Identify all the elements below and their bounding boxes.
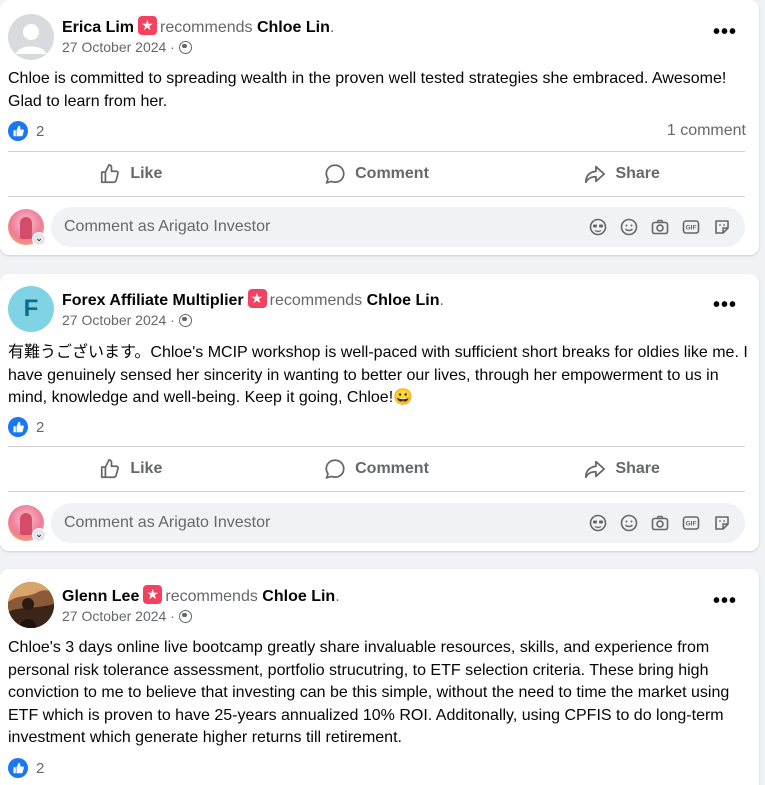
author-name[interactable]: Erica Lim xyxy=(62,19,134,36)
recommended-page-name[interactable]: Chloe Lin xyxy=(367,292,440,309)
composer-tools: GIF xyxy=(589,207,731,247)
recommend-icon xyxy=(247,289,267,308)
reaction-summary[interactable]: 2 xyxy=(8,120,44,142)
more-options-button[interactable]: ••• xyxy=(713,590,737,613)
reaction-count: 2 xyxy=(36,759,45,777)
profile-photo xyxy=(8,582,54,628)
comment-label: Comment xyxy=(355,460,429,477)
author-name[interactable]: Glenn Lee xyxy=(62,588,139,605)
post-header: Erica Lim recommends Chloe Lin. xyxy=(62,16,334,37)
svg-text:GIF: GIF xyxy=(686,521,697,528)
share-arrow-icon xyxy=(585,165,606,184)
author-name[interactable]: Forex Affiliate Multiplier xyxy=(62,292,244,309)
author-avatar[interactable]: F xyxy=(8,286,54,332)
comment-bubble-icon xyxy=(325,164,345,184)
gif-icon[interactable]: GIF xyxy=(682,218,700,236)
like-label: Like xyxy=(130,460,163,477)
action-bar: Like Comment Share xyxy=(8,154,745,194)
sticker-icon[interactable] xyxy=(713,514,731,532)
like-reaction-icon xyxy=(8,417,28,437)
share-label: Share xyxy=(615,165,660,182)
comment-count-link[interactable]: 1 comment xyxy=(667,122,746,140)
post-date: 27 October 2024 · xyxy=(62,608,192,624)
svg-text:GIF: GIF xyxy=(686,225,697,232)
globe-icon xyxy=(178,41,192,54)
recommended-page-name[interactable]: Chloe Lin xyxy=(257,19,330,36)
recommend-icon xyxy=(143,585,163,604)
avatar-sticker-icon[interactable] xyxy=(589,514,607,532)
reaction-summary[interactable]: 2 xyxy=(8,416,44,438)
post-text: Chloe's 3 days online live bootcamp grea… xyxy=(8,639,730,746)
like-button[interactable]: Like xyxy=(8,449,254,489)
share-arrow-icon xyxy=(585,460,606,479)
post-header: Forex Affiliate Multiplier recommends Chl… xyxy=(62,289,444,310)
comment-button[interactable]: Comment xyxy=(254,449,500,489)
post-header: Glenn Lee recommends Chloe Lin. xyxy=(62,585,340,606)
like-reaction-icon xyxy=(8,121,28,141)
thumbs-up-icon xyxy=(101,458,120,479)
composer-tools: GIF xyxy=(589,503,731,543)
reaction-summary[interactable]: 2 xyxy=(8,757,44,779)
post-card: Glenn Lee recommends Chloe Lin. 27 Octobe… xyxy=(0,569,759,785)
globe-icon xyxy=(178,610,192,623)
emoji-icon[interactable] xyxy=(620,514,638,532)
recommended-page-name[interactable]: Chloe Lin xyxy=(262,588,335,605)
post-text: Chloe is committed to spreading wealth i… xyxy=(8,70,727,110)
comment-button[interactable]: Comment xyxy=(254,154,500,194)
comment-bubble-icon xyxy=(325,459,345,479)
thumbs-up-icon xyxy=(101,163,120,184)
share-label: Share xyxy=(615,460,660,477)
like-reaction-icon xyxy=(8,758,28,778)
comment-composer: ⌄ Comment as Arigato Investor GIF xyxy=(8,503,745,543)
period: . xyxy=(335,588,340,605)
divider xyxy=(8,151,745,152)
post-timestamp[interactable]: 27 October 2024 xyxy=(62,39,166,55)
share-button[interactable]: Share xyxy=(499,154,745,194)
globe-icon xyxy=(178,314,192,327)
comment-label: Comment xyxy=(355,165,429,182)
avatar-sticker-icon[interactable] xyxy=(589,218,607,236)
like-label: Like xyxy=(130,165,163,182)
post-text: 有難うございます。Chloe's MCIP workshop is well-p… xyxy=(8,344,748,406)
post-card: F Forex Affiliate Multiplier recommends C… xyxy=(0,274,759,551)
author-avatar[interactable] xyxy=(8,14,54,60)
reaction-count: 2 xyxy=(36,122,45,140)
sticker-icon[interactable] xyxy=(713,218,731,236)
author-avatar[interactable] xyxy=(8,582,54,628)
gif-icon[interactable]: GIF xyxy=(682,514,700,532)
divider xyxy=(8,446,745,447)
emoji-icon[interactable] xyxy=(620,218,638,236)
post-card: Erica Lim recommends Chloe Lin. 27 Octobe… xyxy=(0,0,759,255)
post-date: 27 October 2024 · xyxy=(62,39,192,55)
recommends-verb: recommends xyxy=(165,588,258,605)
divider xyxy=(8,491,745,492)
default-user-icon xyxy=(16,24,46,54)
post-timestamp[interactable]: 27 October 2024 xyxy=(62,312,166,328)
camera-icon[interactable] xyxy=(651,218,669,236)
chevron-down-icon[interactable]: ⌄ xyxy=(32,528,46,542)
period: . xyxy=(329,19,335,36)
like-button[interactable]: Like xyxy=(8,154,254,194)
divider xyxy=(8,196,745,197)
reaction-count: 2 xyxy=(36,418,45,436)
comment-composer: ⌄ Comment as Arigato Investor GIF xyxy=(8,207,745,247)
more-options-button[interactable]: ••• xyxy=(713,21,737,44)
period: . xyxy=(439,292,444,309)
chevron-down-icon[interactable]: ⌄ xyxy=(32,232,46,246)
share-button[interactable]: Share xyxy=(499,449,745,489)
post-timestamp[interactable]: 27 October 2024 xyxy=(62,608,166,624)
post-date: 27 October 2024 · xyxy=(62,312,192,328)
recommends-verb: recommends xyxy=(160,19,253,36)
recommend-icon xyxy=(138,16,158,35)
camera-icon[interactable] xyxy=(651,514,669,532)
recommends-verb: recommends xyxy=(269,292,363,309)
action-bar: Like Comment Share xyxy=(8,449,745,489)
more-options-button[interactable]: ••• xyxy=(713,294,737,317)
